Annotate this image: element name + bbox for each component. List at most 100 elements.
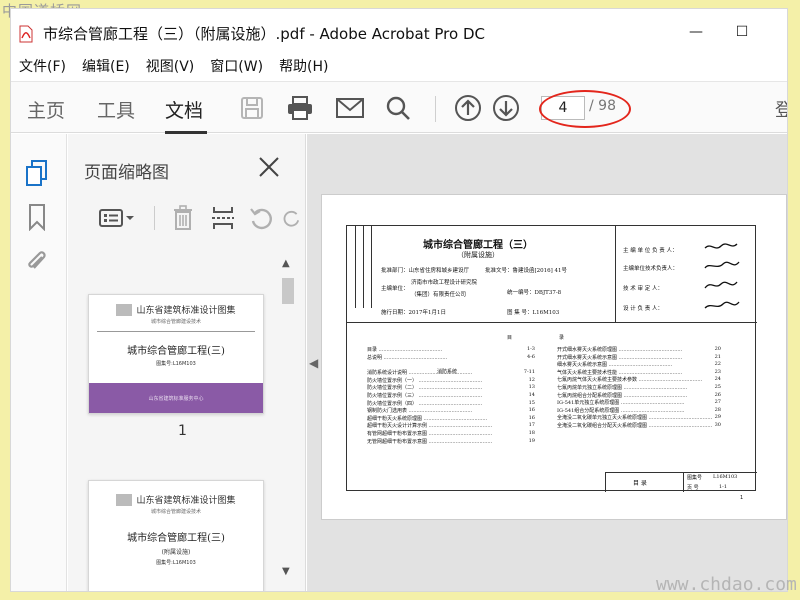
thumb-band-text: 山东省建筑标准服务中心 [148, 395, 204, 402]
scroll-up-icon[interactable]: ▲ [282, 258, 290, 269]
maximize-button[interactable]: ☐ [727, 19, 757, 45]
menu-edit[interactable]: 编辑(E) [82, 56, 130, 76]
toc-entry-page: 7-11 [521, 369, 535, 376]
pdf-page: 城市综合管廊工程（三） （附属设施） 批准部门：山东省住房和城乡建设厅 批准文号… [321, 194, 787, 520]
toc-row: 细水雾灭火系统示意图 .............................… [557, 361, 721, 368]
role-designer: 设 计 负 责 人： [623, 306, 663, 312]
stamp-line [355, 226, 356, 308]
footer-divider [683, 472, 684, 492]
bookmark-icon[interactable] [23, 202, 51, 232]
options-menu-icon[interactable] [96, 204, 140, 232]
previous-page-icon[interactable] [453, 94, 483, 122]
thumbnail-scrollbar[interactable]: ▲ ▼ [280, 254, 296, 588]
thumb-attach: (附属设施) [161, 549, 191, 556]
footer-label: 目 录 [633, 480, 647, 487]
toc-row: 七氟丙烷单元独立系统原理图 ..........................… [557, 384, 721, 391]
document-view: ◀ 城市综合管廊工程（三） （附属设施） 批准部门：山东省住房和城乡建设厅 批准… [307, 134, 787, 591]
role-tech-lead: 主编单位技术负责人： [623, 266, 679, 272]
footer-divider [605, 472, 606, 492]
toc-entry-name: 目录 .....................................… [367, 347, 443, 353]
thumb-purple-band: 山东省建筑标准服务中心 [89, 383, 263, 413]
toc-entry-page: 18 [526, 430, 535, 436]
toc-entry-name: 防火墙位置示例（四） .............................… [367, 400, 483, 407]
close-icon[interactable] [256, 154, 282, 180]
header-rule [347, 322, 757, 323]
save-icon[interactable] [237, 94, 267, 122]
toolbar-divider [152, 204, 156, 232]
toc-row: 无管网超细干粉布置示意图 ...........................… [367, 437, 535, 445]
rotate-left-icon[interactable] [246, 204, 276, 232]
menu-help[interactable]: 帮助(H) [279, 56, 328, 76]
toc-entry-name: 无管网超细干粉布置示意图 ...........................… [367, 438, 493, 445]
minimize-button[interactable]: — [681, 19, 711, 45]
next-page-icon[interactable] [491, 94, 521, 122]
menu-view[interactable]: 视图(V) [146, 56, 195, 76]
toc-entry-page: 29 [712, 414, 721, 421]
effective-date: 施行日期：2017年1月1日 [381, 310, 446, 316]
toc-entry-name: 防火墙位置示例（二） .............................… [367, 385, 483, 392]
toc-row: 防火墙位置示例（二） .............................… [367, 384, 535, 391]
footer-atlas-label: 图集号 [687, 475, 703, 481]
toc-entry-name: 超细干粉灭火系统原理图 ............................… [367, 415, 488, 422]
email-icon[interactable] [335, 94, 365, 122]
toc-heading-2: 录 [559, 335, 565, 341]
tab-document[interactable]: 文档 [165, 96, 203, 123]
thumb-title: 城市综合管廊工程(三) [127, 346, 225, 357]
attachment-icon[interactable] [23, 246, 51, 276]
role-reviewer: 技 术 审 定 人： [623, 286, 663, 292]
toc-entry-name: 总说明 ....................................… [367, 354, 448, 361]
pdf-page-number: 1 [740, 495, 744, 501]
highlight-annotation [539, 90, 631, 128]
toc-entry-page: 23 [712, 368, 721, 375]
page-thumbnail-2[interactable]: 山东省建筑标准设计图集 城市综合管廊建设技术 城市综合管廊工程(三) (附属设施… [88, 480, 264, 591]
collapse-panel-icon[interactable]: ◀ [309, 356, 318, 370]
toc-entry-page: 25 [712, 384, 721, 390]
toc-entry-page: 19 [526, 437, 535, 444]
window-title: 市综合管廊工程（三）（附属设施）.pdf - Adobe Acrobat Pro… [43, 25, 485, 43]
toc-entry-name: IG-541组合分配系统原理图 ........................… [557, 407, 685, 414]
footer-rule [605, 472, 757, 473]
toc-entry-page: 1-3 [524, 346, 535, 352]
menu-file[interactable]: 文件(F) [19, 56, 66, 76]
toc-entry-page: 24 [712, 376, 721, 383]
thumb-code: 图集号:L16M103 [156, 361, 196, 367]
page-thumbnail-1[interactable]: 山东省建筑标准设计图集 城市综合管廊建设技术 城市综合管廊工程(三) 图集号:L… [88, 294, 264, 414]
toc-entry-name: 细水雾灭火系统示意图 .............................… [557, 362, 673, 369]
toc-row: 开式细水雾灭火系统示意图 ...........................… [557, 353, 721, 361]
toc-entry-page: 13 [526, 384, 535, 391]
page-thumbnails-icon[interactable] [23, 158, 51, 188]
thumb-title: 城市综合管廊工程(三) [127, 533, 225, 544]
toc-row: 消防系统设计说明 ...............................… [367, 369, 535, 376]
toc-row: 七氟丙烷组合分配系统原理图 ..........................… [557, 391, 721, 399]
stamp-line [363, 226, 364, 308]
toc-heading-1: 目 [507, 335, 513, 341]
toc-entry-name: 七氟丙烷组合分配系统原理图 ..........................… [557, 392, 688, 399]
tab-tools[interactable]: 工具 [97, 96, 135, 123]
thumb-code: 图集号:L16M103 [156, 560, 196, 566]
thumb-subtitle: 城市综合管廊建设技术 [150, 319, 201, 325]
toc-row: 全淹没二氧化碳单元独立灭火系统原理图 .....................… [557, 414, 721, 421]
toc-entry-name: 防火墙位置示例（一） .............................… [367, 377, 483, 384]
tab-home[interactable]: 主页 [27, 96, 65, 123]
watermark-bottom: www.chdao.com [656, 574, 797, 595]
extract-pages-icon[interactable] [208, 204, 238, 232]
toc-entry-page: 4-6 [524, 353, 535, 360]
footer-page-value: 1-1 [719, 484, 728, 490]
toc-entry-name: 七氟丙烷单元独立系统原理图 ..........................… [557, 385, 688, 391]
rotate-right-icon[interactable] [282, 204, 302, 232]
role-chief-unit: 主 编 单 位 负 责 人： [623, 248, 678, 254]
search-icon[interactable] [383, 94, 413, 122]
print-icon[interactable] [285, 94, 315, 122]
thumb-header: 山东省建筑标准设计图集 [89, 481, 263, 506]
editor-name-1: 济南市市政工程设计研究院 [411, 280, 478, 286]
signin-button[interactable]: 登 [775, 96, 787, 122]
menu-window[interactable]: 窗口(W) [210, 56, 263, 76]
scroll-thumb[interactable] [282, 278, 294, 304]
menu-bar: 文件(F) 编辑(E) 视图(V) 窗口(W) 帮助(H) [11, 53, 787, 79]
toc-entry-page: 16 [526, 407, 535, 414]
delete-icon[interactable] [168, 204, 198, 232]
toc-row: 总说明 ....................................… [367, 353, 535, 361]
thumbnail-page-number: 1 [178, 423, 187, 439]
toc-row: 防火墙位置示例（三） .............................… [367, 392, 535, 399]
scroll-down-icon[interactable]: ▼ [282, 566, 290, 577]
